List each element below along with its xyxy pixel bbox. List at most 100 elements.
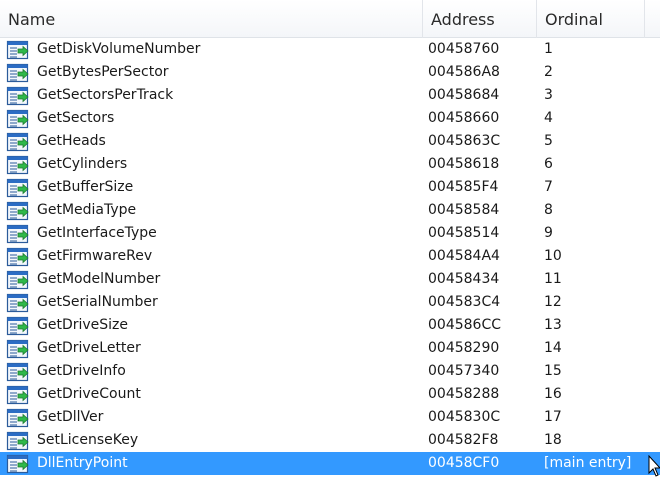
function-ordinal: 13 [544,317,562,333]
exported-function-icon [6,178,30,198]
table-row[interactable]: GetSectorsPerTrack 00458684 3 [0,84,660,107]
exported-function-icon [6,385,30,405]
function-name: GetDiskVolumeNumber [37,41,201,57]
table-row[interactable]: GetSerialNumber 004583C4 12 [0,291,660,314]
function-name: GetSerialNumber [37,294,158,310]
exported-function-icon [6,408,30,428]
function-name: GetInterfaceType [37,225,157,241]
function-address: 004582F8 [428,432,499,448]
function-address: 00458434 [428,271,500,287]
exported-function-icon [6,270,30,290]
function-ordinal: 1 [544,41,553,57]
function-name: GetCylinders [37,156,128,172]
function-name: GetBufferSize [37,179,134,195]
function-ordinal: [main entry] [544,455,632,471]
function-name: GetDllVer [37,409,104,425]
function-name: GetModelNumber [37,271,161,287]
function-ordinal: 5 [544,133,553,149]
exported-function-icon [6,201,30,221]
function-ordinal: 18 [544,432,562,448]
table-row[interactable]: GetCylinders 00458618 6 [0,153,660,176]
exported-function-icon [6,316,30,336]
function-name: GetDriveSize [37,317,129,333]
function-ordinal: 12 [544,294,562,310]
function-address: 00457340 [428,363,500,379]
function-name: GetSectorsPerTrack [37,87,174,103]
function-address: 00458584 [428,202,500,218]
table-row[interactable]: GetDriveInfo 00457340 15 [0,360,660,383]
function-ordinal: 16 [544,386,562,402]
table-row[interactable]: GetModelNumber 00458434 11 [0,268,660,291]
column-header-ordinal[interactable]: Ordinal [536,0,644,38]
function-ordinal: 6 [544,156,553,172]
exported-function-icon [6,155,30,175]
table-row[interactable]: GetInterfaceType 00458514 9 [0,222,660,245]
function-ordinal: 2 [544,64,553,80]
mouse-cursor-icon [648,455,660,477]
exported-function-icon [6,339,30,359]
exported-function-icon [6,454,30,474]
column-header: Name Address Ordinal [0,0,660,38]
table-row[interactable]: GetFirmwareRev 004584A4 10 [0,245,660,268]
column-header-address[interactable]: Address [422,0,536,38]
exported-function-icon [6,63,30,83]
function-name: GetDriveLetter [37,340,141,356]
table-row[interactable]: GetDriveLetter 00458290 14 [0,337,660,360]
table-row-selected[interactable]: DllEntryPoint 00458CF0 [main entry] [0,452,660,475]
function-ordinal: 8 [544,202,553,218]
function-name: GetBytesPerSector [37,64,169,80]
function-ordinal: 3 [544,87,553,103]
exported-function-icon [6,109,30,129]
function-address: 004586A8 [428,64,500,80]
function-address: 00458660 [428,110,500,126]
function-ordinal: 17 [544,409,562,425]
function-address: 004584A4 [428,248,500,264]
function-ordinal: 11 [544,271,562,287]
function-name: GetDriveCount [37,386,141,402]
function-name: SetLicenseKey [37,432,139,448]
table-row[interactable]: GetHeads 0045863C 5 [0,130,660,153]
function-ordinal: 9 [544,225,553,241]
function-ordinal: 7 [544,179,553,195]
function-address: 00458684 [428,87,500,103]
function-address: 004583C4 [428,294,501,310]
exported-function-icon [6,247,30,267]
function-name: GetFirmwareRev [37,248,153,264]
function-name: GetMediaType [37,202,137,218]
function-ordinal: 14 [544,340,562,356]
table-row[interactable]: SetLicenseKey 004582F8 18 [0,429,660,452]
table-row[interactable]: GetDiskVolumeNumber 00458760 1 [0,38,660,61]
exported-function-icon [6,40,30,60]
exported-function-icon [6,362,30,382]
exported-function-icon [6,431,30,451]
function-address: 00458514 [428,225,500,241]
function-address: 0045863C [428,133,501,149]
function-address: 004586CC [428,317,501,333]
table-row[interactable]: GetBytesPerSector 004586A8 2 [0,61,660,84]
function-name: GetSectors [37,110,115,126]
table-row[interactable]: GetMediaType 00458584 8 [0,199,660,222]
function-address: 00458618 [428,156,500,172]
table-row[interactable]: GetDllVer 0045830C 17 [0,406,660,429]
function-address: 0045830C [428,409,501,425]
function-address: 00458290 [428,340,500,356]
function-ordinal: 15 [544,363,562,379]
column-header-name[interactable]: Name [0,0,422,38]
exported-function-icon [6,132,30,152]
table-row[interactable]: GetSectors 00458660 4 [0,107,660,130]
function-name: GetDriveInfo [37,363,126,379]
column-header-filler [644,0,660,38]
function-address: 00458288 [428,386,500,402]
function-name: GetHeads [37,133,106,149]
table-row[interactable]: GetDriveSize 004586CC 13 [0,314,660,337]
exported-function-icon [6,86,30,106]
exported-function-icon [6,224,30,244]
function-name: DllEntryPoint [37,455,128,471]
table-row[interactable]: GetBufferSize 004585F4 7 [0,176,660,199]
table-row[interactable]: GetDriveCount 00458288 16 [0,383,660,406]
function-list: GetDiskVolumeNumber 00458760 1 GetBytesPerS… [0,38,660,475]
exported-function-icon [6,293,30,313]
function-ordinal: 10 [544,248,562,264]
function-address: 00458CF0 [428,455,500,471]
function-address: 00458760 [428,41,500,57]
